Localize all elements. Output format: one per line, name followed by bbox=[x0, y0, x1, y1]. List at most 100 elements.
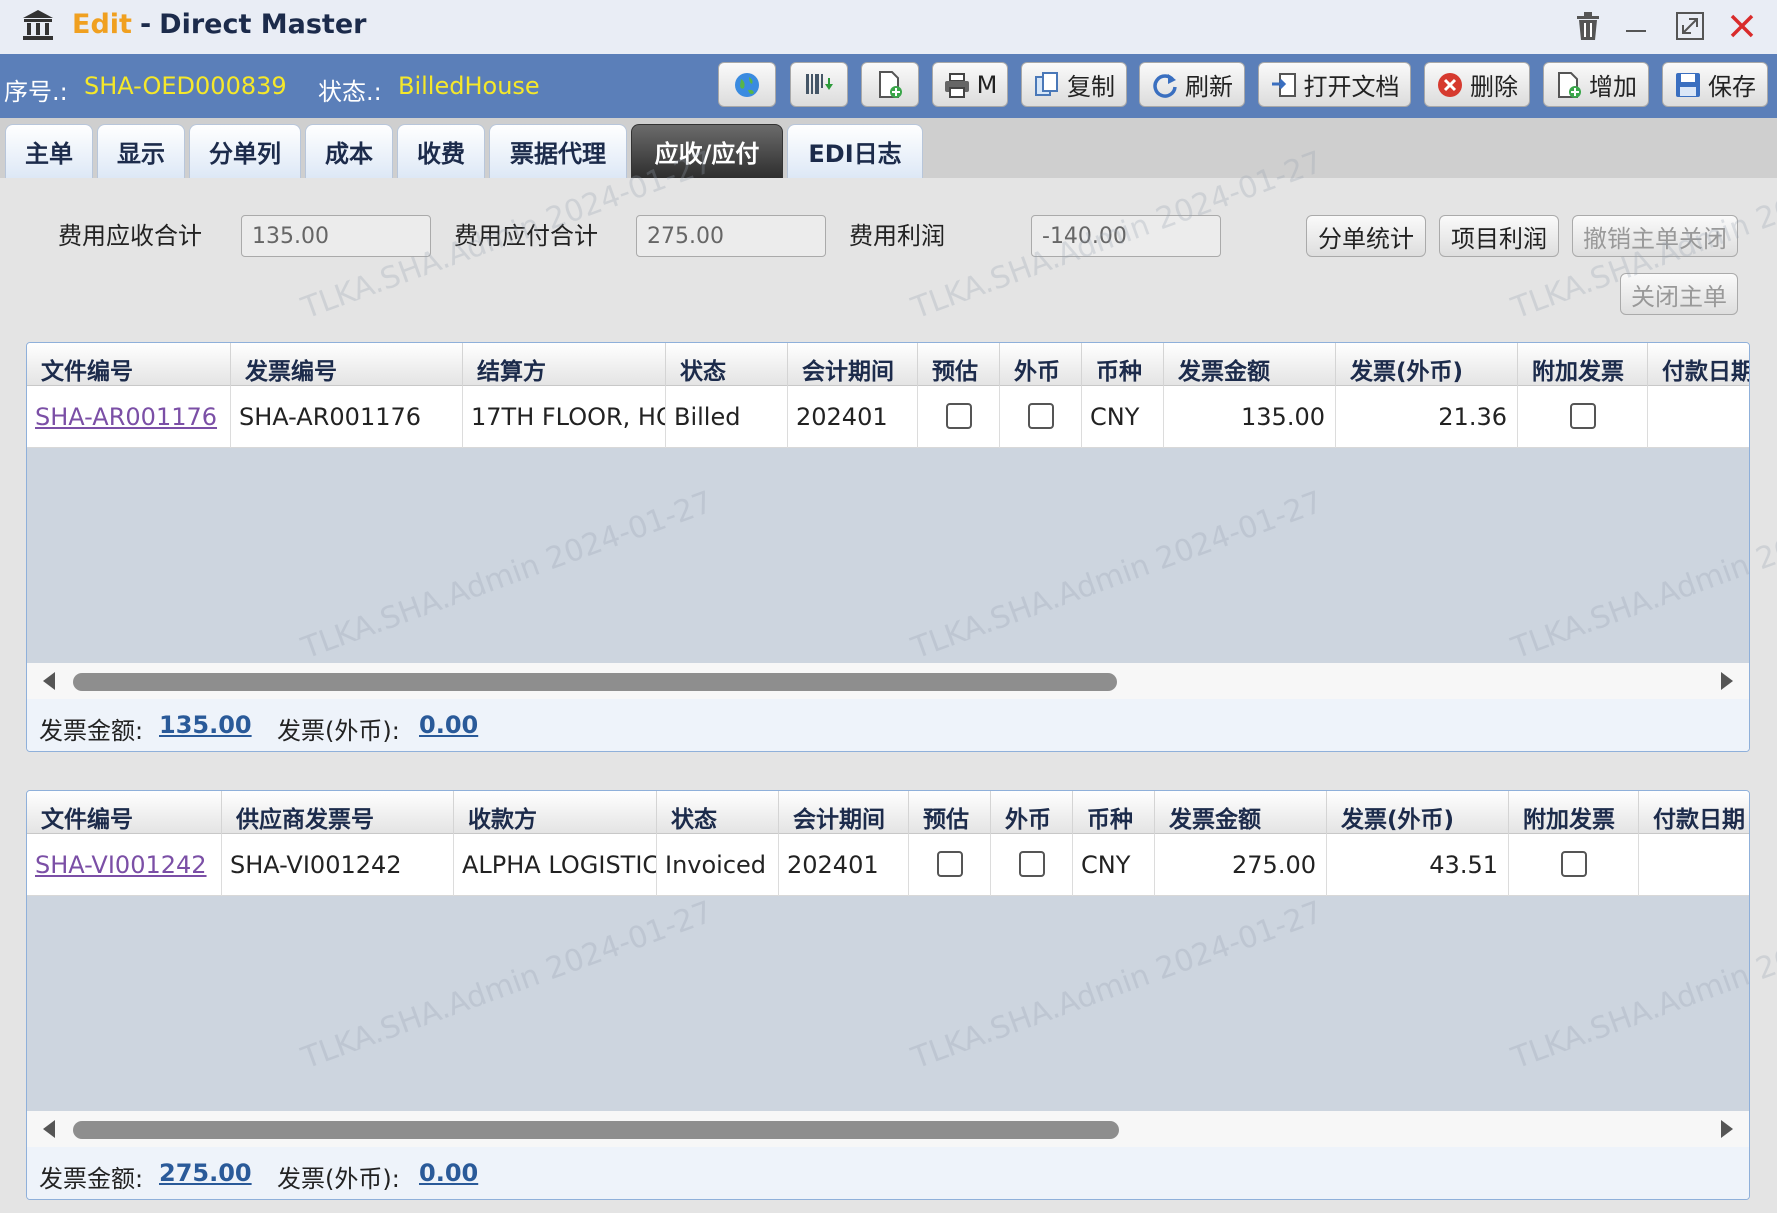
column-header[interactable]: 外币 bbox=[991, 791, 1073, 834]
foreign-checkbox[interactable] bbox=[1027, 403, 1054, 429]
copy-label: 复制 bbox=[1067, 73, 1115, 101]
estimate-checkbox[interactable] bbox=[936, 851, 963, 877]
tab-cost[interactable]: 成本 bbox=[305, 124, 393, 178]
column-header[interactable]: 结算方 bbox=[463, 343, 666, 386]
extra-invoice-cell bbox=[1518, 386, 1648, 448]
save-button[interactable]: 保存 bbox=[1662, 62, 1768, 107]
column-header[interactable]: 供应商发票号 bbox=[222, 791, 454, 834]
cancel-close-button[interactable]: 撤销主单关闭 bbox=[1572, 215, 1738, 257]
scroll-left-icon[interactable] bbox=[43, 672, 55, 690]
footer-fc-value[interactable]: 0.00 bbox=[419, 711, 478, 739]
payable-total-field[interactable]: 275.00 bbox=[636, 215, 826, 257]
barcode-button[interactable] bbox=[790, 62, 848, 107]
extra-invoice-checkbox[interactable] bbox=[1560, 851, 1587, 877]
tab-receivable-payable[interactable]: 应收/应付 bbox=[631, 124, 783, 178]
horizontal-scrollbar[interactable] bbox=[27, 663, 1749, 699]
tab-edi-log[interactable]: EDI日志 bbox=[787, 124, 923, 178]
tab-master[interactable]: 主单 bbox=[5, 124, 93, 178]
extra-invoice-cell bbox=[1509, 834, 1639, 896]
tab-display[interactable]: 显示 bbox=[97, 124, 185, 178]
payee-cell: ALPHA LOGISTICS bbox=[454, 834, 657, 896]
footer-amount-value[interactable]: 275.00 bbox=[159, 1159, 252, 1187]
estimate-cell bbox=[918, 386, 1000, 448]
scroll-thumb[interactable] bbox=[73, 673, 1117, 691]
tab-house-list[interactable]: 分单列 bbox=[189, 124, 301, 178]
status-value: BilledHouse bbox=[398, 72, 540, 100]
file-no-link[interactable]: SHA-VI001242 bbox=[35, 851, 207, 879]
column-header[interactable]: 发票金额 bbox=[1164, 343, 1336, 386]
column-header[interactable]: 发票(外币) bbox=[1336, 343, 1518, 386]
tab-billing-agent[interactable]: 票据代理 bbox=[489, 124, 627, 178]
amount-fc-cell: 21.36 bbox=[1336, 386, 1518, 448]
column-header[interactable]: 附加发票 bbox=[1518, 343, 1648, 386]
payable-total-label: 费用应付合计 bbox=[454, 222, 598, 250]
column-header[interactable]: 文件编号 bbox=[27, 791, 222, 834]
globe-button[interactable] bbox=[718, 62, 776, 107]
open-doc-button[interactable]: 打开文档 bbox=[1258, 62, 1411, 107]
bank-icon bbox=[20, 7, 56, 43]
print-button[interactable]: M bbox=[932, 62, 1008, 107]
party-cell: 17TH FLOOR, HONG bbox=[463, 386, 666, 448]
window-title-text: Direct Master bbox=[159, 9, 367, 40]
column-header[interactable]: 外币 bbox=[1000, 343, 1082, 386]
project-profit-button[interactable]: 项目利润 bbox=[1439, 215, 1559, 257]
column-header[interactable]: 状态 bbox=[666, 343, 788, 386]
window-title: Edit - Direct Master bbox=[72, 9, 366, 40]
footer-fc-label: 发票(外币): bbox=[277, 1165, 400, 1193]
footer-amount-value[interactable]: 135.00 bbox=[159, 711, 252, 739]
column-header[interactable]: 状态 bbox=[657, 791, 779, 834]
column-header[interactable]: 付款日期 bbox=[1648, 343, 1749, 386]
file-no-link[interactable]: SHA-AR001176 bbox=[35, 403, 217, 431]
horizontal-scrollbar[interactable] bbox=[27, 1111, 1749, 1147]
receivable-total-field[interactable]: 135.00 bbox=[241, 215, 431, 257]
refresh-button[interactable]: 刷新 bbox=[1139, 62, 1245, 107]
scroll-thumb[interactable] bbox=[73, 1121, 1119, 1139]
invoice-no-cell: SHA-AR001176 bbox=[231, 386, 463, 448]
column-header[interactable]: 发票编号 bbox=[231, 343, 463, 386]
new-doc-button[interactable] bbox=[861, 62, 919, 107]
add-label: 增加 bbox=[1589, 73, 1637, 101]
period-cell: 202401 bbox=[788, 386, 918, 448]
grid-footer: 发票金额: 275.00 发票(外币): 0.00 bbox=[27, 1147, 1749, 1199]
house-stats-button[interactable]: 分单统计 bbox=[1306, 215, 1426, 257]
delete-icon bbox=[1438, 72, 1462, 97]
column-header[interactable]: 付款日期 bbox=[1639, 791, 1749, 834]
column-header[interactable]: 会计期间 bbox=[779, 791, 909, 834]
copy-button[interactable]: 复制 bbox=[1021, 62, 1127, 107]
column-header[interactable]: 币种 bbox=[1082, 343, 1164, 386]
receivable-grid: 文件编号 发票编号 结算方 状态 会计期间 预估 外币 币种 发票金额 发票(外… bbox=[26, 342, 1750, 752]
scroll-left-icon[interactable] bbox=[43, 1120, 55, 1138]
table-row[interactable]: SHA-VI001242 SHA-VI001242 ALPHA LOGISTIC… bbox=[27, 834, 1749, 896]
column-header[interactable]: 会计期间 bbox=[788, 343, 918, 386]
profit-label: 费用利润 bbox=[849, 222, 945, 250]
extra-invoice-checkbox[interactable] bbox=[1569, 403, 1596, 429]
delete-button[interactable]: 删除 bbox=[1424, 62, 1530, 107]
column-header[interactable]: 币种 bbox=[1073, 791, 1155, 834]
pay-date-cell bbox=[1648, 386, 1749, 448]
column-header[interactable]: 发票金额 bbox=[1155, 791, 1327, 834]
scroll-right-icon[interactable] bbox=[1721, 1120, 1733, 1138]
currency-cell: CNY bbox=[1073, 834, 1155, 896]
add-button[interactable]: 增加 bbox=[1543, 62, 1649, 107]
trash-icon[interactable] bbox=[1570, 8, 1606, 44]
mode-label: Edit bbox=[72, 9, 132, 40]
close-icon[interactable] bbox=[1724, 8, 1760, 44]
maximize-icon[interactable] bbox=[1672, 8, 1708, 44]
footer-fc-value[interactable]: 0.00 bbox=[419, 1159, 478, 1187]
column-header[interactable]: 发票(外币) bbox=[1327, 791, 1509, 834]
footer-amount-label: 发票金额: bbox=[39, 717, 144, 745]
scroll-right-icon[interactable] bbox=[1721, 672, 1733, 690]
column-header[interactable]: 预估 bbox=[918, 343, 1000, 386]
column-header[interactable]: 收款方 bbox=[454, 791, 657, 834]
table-row[interactable]: SHA-AR001176 SHA-AR001176 17TH FLOOR, HO… bbox=[27, 386, 1749, 448]
close-master-button[interactable]: 关闭主单 bbox=[1620, 273, 1738, 315]
column-header[interactable]: 附加发票 bbox=[1509, 791, 1639, 834]
foreign-checkbox[interactable] bbox=[1018, 851, 1045, 877]
minimize-icon[interactable] bbox=[1618, 8, 1654, 44]
column-header[interactable]: 文件编号 bbox=[27, 343, 231, 386]
column-header[interactable]: 预估 bbox=[909, 791, 991, 834]
estimate-checkbox[interactable] bbox=[945, 403, 972, 429]
tab-charges[interactable]: 收费 bbox=[397, 124, 485, 178]
foreign-cell bbox=[991, 834, 1073, 896]
profit-field[interactable]: -140.00 bbox=[1031, 215, 1221, 257]
